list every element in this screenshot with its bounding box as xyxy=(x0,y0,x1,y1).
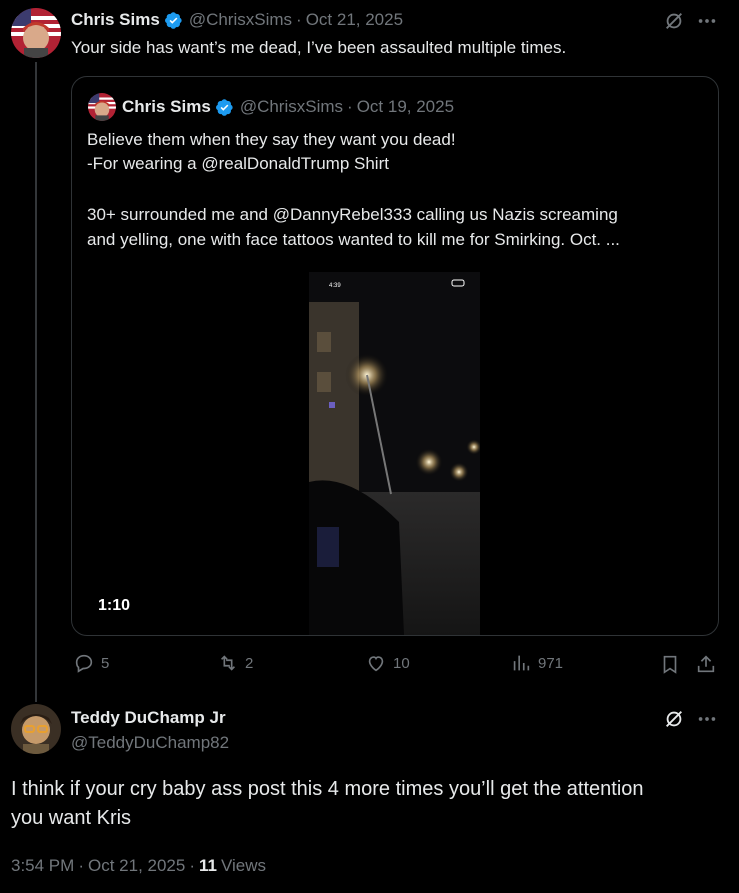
quoted-author-name: Chris Sims xyxy=(122,97,211,116)
reply-count: 5 xyxy=(101,654,110,672)
reply-header: Teddy DuChamp Jr xyxy=(71,707,226,729)
post-header: Chris Sims @ChrisxSims · Oct 21, 2025 xyxy=(71,9,403,31)
avatar[interactable] xyxy=(11,8,61,58)
video-thumbnail[interactable]: 4:39 xyxy=(309,272,480,635)
views-count: 971 xyxy=(538,654,564,672)
reply-views-label: Views xyxy=(220,856,267,875)
like-count: 10 xyxy=(393,654,410,672)
more-options-icon[interactable] xyxy=(696,708,718,730)
grok-icon[interactable] xyxy=(663,708,685,730)
separator-dot: · xyxy=(78,856,84,875)
like-button[interactable]: 10 xyxy=(365,652,410,674)
views-button[interactable]: 971 xyxy=(510,652,563,674)
quoted-avatar xyxy=(88,93,116,121)
share-icon[interactable] xyxy=(695,653,717,675)
reply-text-line-1: I think if your cry baby ass post this 4… xyxy=(11,778,644,800)
post-date[interactable]: Oct 21, 2025 xyxy=(306,10,403,30)
repost-count: 2 xyxy=(245,654,254,672)
more-options-icon[interactable] xyxy=(696,10,718,32)
grok-icon[interactable] xyxy=(663,10,685,32)
reply-views-count: 11 xyxy=(199,856,217,875)
heart-icon xyxy=(368,656,384,672)
quoted-post-date: Oct 19, 2025 xyxy=(356,97,455,116)
quoted-author-handle: @ChrisxSims xyxy=(239,97,344,116)
author-name[interactable]: Chris Sims xyxy=(71,10,160,30)
video-duration: 1:10 xyxy=(98,597,131,614)
separator-dot: · xyxy=(296,10,302,29)
reply-text-line-2: you want Kris xyxy=(11,807,132,829)
quoted-post-header: Chris Sims @ChrisxSims · Oct 19, 2025 xyxy=(122,96,454,118)
quoted-text-line-4: and yelling, one with face tattoos wante… xyxy=(87,230,620,249)
reply-author-handle[interactable]: @TeddyDuChamp82 xyxy=(71,733,229,753)
verified-badge-icon xyxy=(164,11,182,29)
verified-badge-icon xyxy=(215,98,233,116)
quoted-text-line-1: Believe them when they say they want you… xyxy=(87,130,456,149)
repost-button[interactable]: 2 xyxy=(217,652,253,674)
reply-author-name[interactable]: Teddy DuChamp Jr xyxy=(71,708,226,728)
user-avatar-image xyxy=(11,8,61,58)
reply-avatar-image xyxy=(11,704,61,754)
post-text: Your side has want’s me dead, I’ve been … xyxy=(71,38,567,57)
quoted-text-line-3: 30+ surrounded me and @DannyRebel333 cal… xyxy=(87,205,618,224)
reply-date[interactable]: Oct 21, 2025 xyxy=(88,856,185,876)
reply-meta: 3:54 PM · Oct 21, 2025 · 11 Views xyxy=(11,855,266,877)
video-status-time: 4:39 xyxy=(329,283,341,289)
reply-button[interactable]: 5 xyxy=(73,652,109,674)
reply-avatar[interactable] xyxy=(11,704,61,754)
reply-handle-row: @TeddyDuChamp82 xyxy=(71,732,229,754)
bookmark-icon[interactable] xyxy=(659,653,681,675)
quoted-text-line-2: -For wearing a @realDonaldTrump Shirt xyxy=(87,154,389,173)
night-street-scene-image: 4:39 xyxy=(309,272,480,635)
reply-icon xyxy=(75,654,93,673)
quoted-avatar-image xyxy=(88,93,116,121)
reply-time[interactable]: 3:54 PM xyxy=(11,856,74,876)
views-chart-icon xyxy=(513,655,530,671)
separator-dot: · xyxy=(189,856,195,875)
thread-connector-line xyxy=(35,62,37,702)
author-handle[interactable]: @ChrisxSims xyxy=(189,10,292,30)
separator-dot: · xyxy=(347,97,353,116)
repost-icon xyxy=(220,655,236,671)
